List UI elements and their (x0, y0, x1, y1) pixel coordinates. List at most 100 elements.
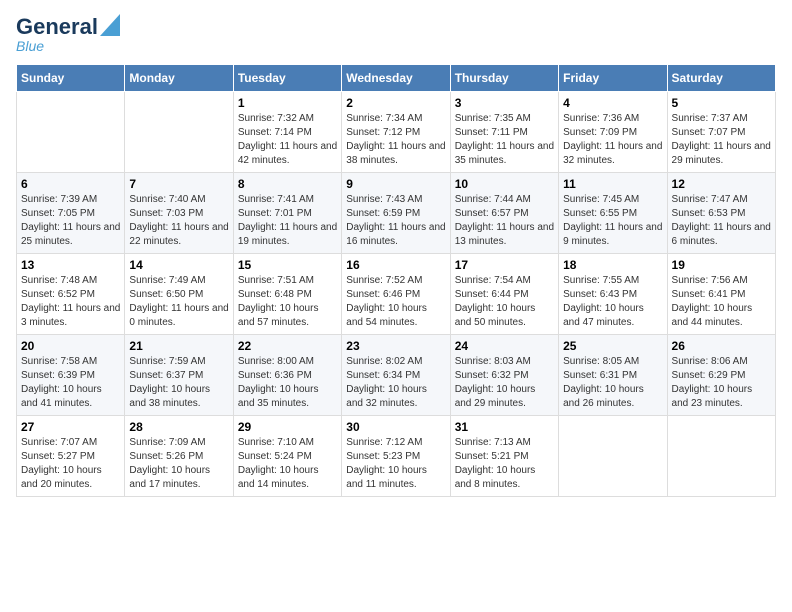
logo-general: General (16, 16, 98, 38)
day-number: 20 (21, 339, 120, 353)
day-info: Sunrise: 7:37 AM Sunset: 7:07 PM Dayligh… (672, 112, 771, 168)
day-info: Sunrise: 8:05 AM Sunset: 6:31 PM Dayligh… (563, 355, 662, 411)
calendar-week-row: 1 Sunrise: 7:32 AM Sunset: 7:14 PM Daylig… (17, 92, 776, 173)
day-number: 9 (346, 177, 445, 191)
day-info: Sunrise: 7:07 AM Sunset: 5:27 PM Dayligh… (21, 436, 120, 492)
calendar-week-row: 6 Sunrise: 7:39 AM Sunset: 7:05 PM Daylig… (17, 173, 776, 254)
weekday-header: Thursday (450, 65, 558, 92)
calendar-cell: 7 Sunrise: 7:40 AM Sunset: 7:03 PM Daylig… (125, 173, 233, 254)
day-number: 29 (238, 420, 337, 434)
calendar-cell: 2 Sunrise: 7:34 AM Sunset: 7:12 PM Daylig… (342, 92, 450, 173)
day-info: Sunrise: 7:49 AM Sunset: 6:50 PM Dayligh… (129, 274, 228, 330)
day-info: Sunrise: 7:35 AM Sunset: 7:11 PM Dayligh… (455, 112, 554, 168)
weekday-header: Saturday (667, 65, 775, 92)
calendar-cell: 24 Sunrise: 8:03 AM Sunset: 6:32 PM Dayli… (450, 335, 558, 416)
day-number: 2 (346, 96, 445, 110)
calendar-cell: 15Sunrise: 7:51 AM Sunset: 6:48 PM Dayli… (233, 254, 341, 335)
day-number: 3 (455, 96, 554, 110)
calendar-cell: 4Sunrise: 7:36 AM Sunset: 7:09 PM Daylig… (559, 92, 667, 173)
calendar-cell: 17 Sunrise: 7:54 AM Sunset: 6:44 PM Dayli… (450, 254, 558, 335)
day-number: 14 (129, 258, 228, 272)
day-info: Sunrise: 7:34 AM Sunset: 7:12 PM Dayligh… (346, 112, 445, 168)
logo-icon (100, 14, 120, 36)
day-info: Sunrise: 7:58 AM Sunset: 6:39 PM Dayligh… (21, 355, 120, 411)
calendar-cell: 9 Sunrise: 7:43 AM Sunset: 6:59 PM Daylig… (342, 173, 450, 254)
calendar-cell: 5 Sunrise: 7:37 AM Sunset: 7:07 PM Daylig… (667, 92, 775, 173)
day-info: Sunrise: 7:52 AM Sunset: 6:46 PM Dayligh… (346, 274, 445, 330)
calendar-cell: 12Sunrise: 7:47 AM Sunset: 6:53 PM Dayli… (667, 173, 775, 254)
calendar-cell (125, 92, 233, 173)
calendar-cell: 20 Sunrise: 7:58 AM Sunset: 6:39 PM Dayli… (17, 335, 125, 416)
calendar-cell: 22 Sunrise: 8:00 AM Sunset: 6:36 PM Dayli… (233, 335, 341, 416)
calendar-cell: 8Sunrise: 7:41 AM Sunset: 7:01 PM Daylig… (233, 173, 341, 254)
calendar-cell (667, 416, 775, 497)
calendar-cell: 1 Sunrise: 7:32 AM Sunset: 7:14 PM Daylig… (233, 92, 341, 173)
calendar-table: SundayMondayTuesdayWednesdayThursdayFrid… (16, 64, 776, 497)
calendar-week-row: 13 Sunrise: 7:48 AM Sunset: 6:52 PM Dayli… (17, 254, 776, 335)
day-number: 10 (455, 177, 554, 191)
calendar-cell: 10 Sunrise: 7:44 AM Sunset: 6:57 PM Dayli… (450, 173, 558, 254)
calendar-cell: 28Sunrise: 7:09 AM Sunset: 5:26 PM Dayli… (125, 416, 233, 497)
day-info: Sunrise: 7:47 AM Sunset: 6:53 PM Dayligh… (672, 193, 771, 249)
day-number: 11 (563, 177, 662, 191)
day-number: 27 (21, 420, 120, 434)
calendar-cell: 27 Sunrise: 7:07 AM Sunset: 5:27 PM Dayli… (17, 416, 125, 497)
day-info: Sunrise: 7:40 AM Sunset: 7:03 PM Dayligh… (129, 193, 228, 249)
day-info: Sunrise: 7:51 AM Sunset: 6:48 PM Dayligh… (238, 274, 337, 330)
weekday-header: Wednesday (342, 65, 450, 92)
day-info: Sunrise: 7:10 AM Sunset: 5:24 PM Dayligh… (238, 436, 337, 492)
calendar-cell (17, 92, 125, 173)
calendar-cell: 3 Sunrise: 7:35 AM Sunset: 7:11 PM Daylig… (450, 92, 558, 173)
day-number: 22 (238, 339, 337, 353)
weekday-header: Friday (559, 65, 667, 92)
day-info: Sunrise: 7:43 AM Sunset: 6:59 PM Dayligh… (346, 193, 445, 249)
day-info: Sunrise: 7:45 AM Sunset: 6:55 PM Dayligh… (563, 193, 662, 249)
calendar-cell: 14 Sunrise: 7:49 AM Sunset: 6:50 PM Dayli… (125, 254, 233, 335)
day-info: Sunrise: 8:00 AM Sunset: 6:36 PM Dayligh… (238, 355, 337, 411)
calendar-week-row: 20 Sunrise: 7:58 AM Sunset: 6:39 PM Dayli… (17, 335, 776, 416)
day-number: 16 (346, 258, 445, 272)
day-info: Sunrise: 7:55 AM Sunset: 6:43 PM Dayligh… (563, 274, 662, 330)
day-info: Sunrise: 7:54 AM Sunset: 6:44 PM Dayligh… (455, 274, 554, 330)
calendar-cell: 18 Sunrise: 7:55 AM Sunset: 6:43 PM Dayli… (559, 254, 667, 335)
day-number: 26 (672, 339, 771, 353)
calendar-cell: 26 Sunrise: 8:06 AM Sunset: 6:29 PM Dayli… (667, 335, 775, 416)
day-info: Sunrise: 7:44 AM Sunset: 6:57 PM Dayligh… (455, 193, 554, 249)
day-number: 13 (21, 258, 120, 272)
day-info: Sunrise: 8:03 AM Sunset: 6:32 PM Dayligh… (455, 355, 554, 411)
calendar-cell (559, 416, 667, 497)
calendar-cell: 16 Sunrise: 7:52 AM Sunset: 6:46 PM Dayli… (342, 254, 450, 335)
calendar-cell: 11 Sunrise: 7:45 AM Sunset: 6:55 PM Dayli… (559, 173, 667, 254)
logo-blue: Blue (16, 38, 120, 54)
day-number: 30 (346, 420, 445, 434)
calendar-cell: 30Sunrise: 7:12 AM Sunset: 5:23 PM Dayli… (342, 416, 450, 497)
day-number: 6 (21, 177, 120, 191)
day-number: 24 (455, 339, 554, 353)
day-info: Sunrise: 7:56 AM Sunset: 6:41 PM Dayligh… (672, 274, 771, 330)
weekday-header: Sunday (17, 65, 125, 92)
day-info: Sunrise: 7:32 AM Sunset: 7:14 PM Dayligh… (238, 112, 337, 168)
calendar-cell: 19Sunrise: 7:56 AM Sunset: 6:41 PM Dayli… (667, 254, 775, 335)
calendar-cell: 6 Sunrise: 7:39 AM Sunset: 7:05 PM Daylig… (17, 173, 125, 254)
day-number: 28 (129, 420, 228, 434)
day-number: 4 (563, 96, 662, 110)
day-info: Sunrise: 7:13 AM Sunset: 5:21 PM Dayligh… (455, 436, 554, 492)
day-info: Sunrise: 7:59 AM Sunset: 6:37 PM Dayligh… (129, 355, 228, 411)
day-number: 1 (238, 96, 337, 110)
day-number: 25 (563, 339, 662, 353)
calendar-cell: 29 Sunrise: 7:10 AM Sunset: 5:24 PM Dayli… (233, 416, 341, 497)
calendar-cell: 21 Sunrise: 7:59 AM Sunset: 6:37 PM Dayli… (125, 335, 233, 416)
weekday-header-row: SundayMondayTuesdayWednesdayThursdayFrid… (17, 65, 776, 92)
day-info: Sunrise: 8:02 AM Sunset: 6:34 PM Dayligh… (346, 355, 445, 411)
day-info: Sunrise: 8:06 AM Sunset: 6:29 PM Dayligh… (672, 355, 771, 411)
day-number: 8 (238, 177, 337, 191)
day-number: 21 (129, 339, 228, 353)
day-number: 5 (672, 96, 771, 110)
day-number: 7 (129, 177, 228, 191)
day-number: 18 (563, 258, 662, 272)
day-number: 17 (455, 258, 554, 272)
calendar-week-row: 27 Sunrise: 7:07 AM Sunset: 5:27 PM Dayli… (17, 416, 776, 497)
day-info: Sunrise: 7:39 AM Sunset: 7:05 PM Dayligh… (21, 193, 120, 249)
weekday-header: Tuesday (233, 65, 341, 92)
day-info: Sunrise: 7:48 AM Sunset: 6:52 PM Dayligh… (21, 274, 120, 330)
